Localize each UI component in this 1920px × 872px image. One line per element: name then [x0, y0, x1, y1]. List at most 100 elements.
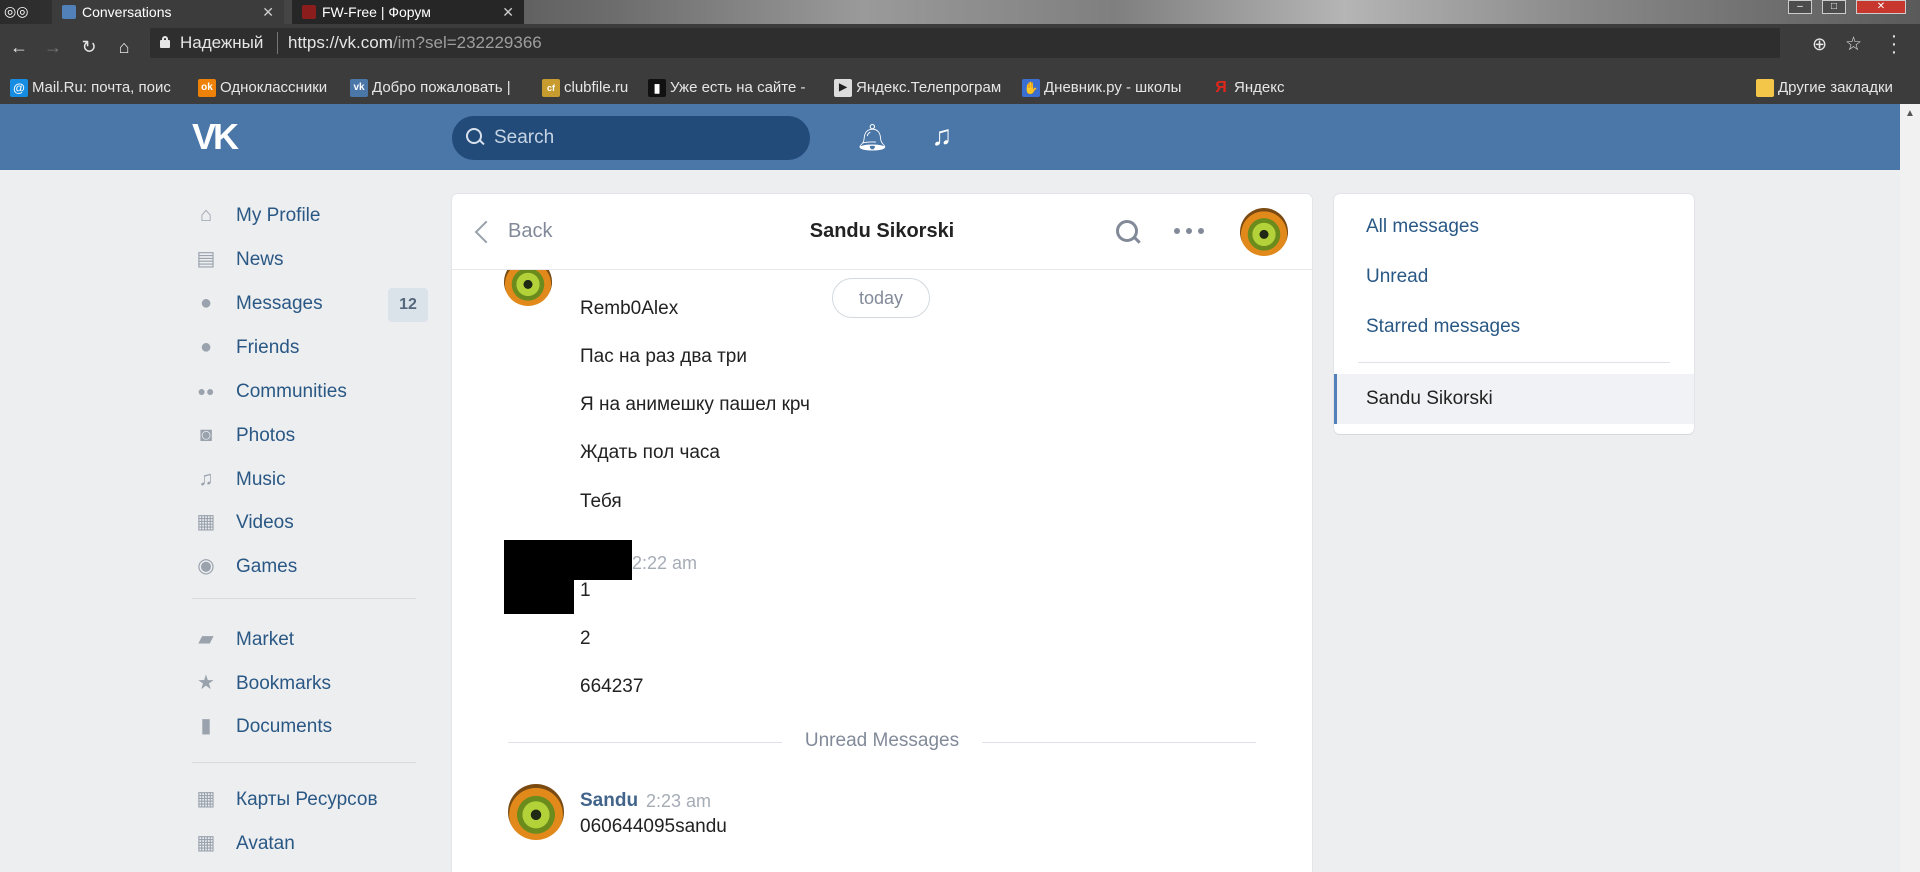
conversation-filter-panel: All messages Unread Starred messages San…	[1334, 194, 1694, 434]
sidebar-item-friends[interactable]: ● Friends	[190, 328, 430, 366]
maximize-window-icon[interactable]: □	[1822, 0, 1846, 14]
bookmark-mailru[interactable]: @ Mail.Ru: почта, поис	[10, 78, 180, 98]
date-divider-pill: today	[832, 278, 930, 318]
bookmark-dnevnik[interactable]: ✋ Дневник.ру - школы	[1022, 78, 1192, 98]
reload-icon[interactable]: ↻	[78, 36, 100, 58]
sidebar-item-messages[interactable]: ● Messages 12	[190, 284, 430, 322]
folder-icon	[1756, 79, 1774, 97]
bookmarks-bar: @ Mail.Ru: почта, поис ok Одноклассники vk…	[0, 70, 1920, 104]
sidebar-item-avatan[interactable]: ▦ Avatan	[190, 824, 430, 862]
incognito-icon: ◎◎	[4, 3, 29, 19]
bookmark-odnoklassniki[interactable]: ok Одноклассники	[198, 78, 343, 98]
vk-logo[interactable]: VK	[192, 119, 248, 155]
notifications-bell-icon[interactable]: 🔔︎	[856, 122, 889, 152]
message-text: Тебя	[580, 491, 622, 512]
mailru-icon: @	[10, 79, 28, 97]
message-text: 1	[580, 580, 591, 601]
more-options-icon[interactable]	[1174, 228, 1204, 236]
message-author[interactable]: Sandu	[580, 790, 638, 812]
sidebar-item-resource-maps[interactable]: ▦ Карты Ресурсов	[190, 780, 430, 818]
search-bar	[452, 116, 810, 160]
sidebar-item-photos[interactable]: ◙ Photos	[190, 416, 430, 454]
sidebar-item-documents[interactable]: ▮ Documents	[190, 707, 430, 745]
sidebar-item-games[interactable]: ◉ Games	[190, 547, 430, 585]
sidebar-item-music[interactable]: ♫ Music	[190, 460, 430, 498]
forum-favicon-icon	[302, 5, 316, 19]
sidebar-divider	[192, 598, 416, 599]
other-bookmarks[interactable]: Другие закладки	[1756, 78, 1916, 98]
panel-divider	[1358, 362, 1670, 363]
sidebar-item-label: Games	[236, 556, 298, 577]
search-icon[interactable]	[1116, 220, 1142, 246]
url-host: https://vk.com	[288, 33, 393, 52]
messages-icon: ●	[199, 292, 213, 314]
sidebar-item-label: Messages	[236, 293, 323, 314]
close-tab-icon[interactable]: ✕	[502, 0, 514, 24]
bookmark-label: Яндекс	[1234, 79, 1285, 96]
vk-header: VK 🔔︎ ♫	[0, 104, 1900, 170]
address-bar[interactable]: Надежный https://vk.com/im?sel=232229366	[150, 28, 1780, 58]
sidebar-item-communities[interactable]: ●● Communities	[190, 372, 430, 410]
vk-icon: vk	[350, 79, 368, 97]
message-text: 2	[580, 628, 591, 649]
page-scrollbar[interactable]: ▲	[1900, 104, 1920, 872]
url-divider	[277, 32, 278, 54]
message-text: Remb0Alex	[580, 298, 679, 319]
all-messages-link[interactable]: All messages	[1366, 216, 1479, 238]
bookmark-label: Другие закладки	[1778, 79, 1893, 96]
sidebar-item-label: Documents	[236, 716, 333, 737]
scroll-up-icon[interactable]: ▲	[1905, 108, 1915, 119]
bookmark-star-icon[interactable]: ☆	[1845, 33, 1862, 56]
sidebar-item-label: Communities	[236, 381, 347, 402]
app-grid-icon: ▦	[196, 832, 216, 854]
sidebar-item-my-profile[interactable]: ⌂ My Profile	[190, 196, 430, 234]
url-path: /im?sel=232229366	[392, 33, 542, 52]
home-icon: ⌂	[199, 204, 213, 226]
avatar[interactable]	[508, 784, 564, 840]
sidebar-item-news[interactable]: ▤ News	[190, 240, 430, 278]
url-text[interactable]: https://vk.com/im?sel=232229366	[288, 33, 542, 53]
unread-messages-divider: Unread Messages	[508, 730, 1256, 754]
sidebar-item-label: Friends	[236, 337, 300, 358]
home-icon[interactable]: ⌂	[113, 36, 135, 58]
bookmark-label: Добро пожаловать |	[372, 79, 511, 96]
message-text: Ждать пол часа	[580, 442, 720, 463]
message-text: Пас на раз два три	[580, 346, 747, 367]
bookmark-label: Яндекс.Телепрограм	[856, 79, 1002, 96]
clubfile-icon: cf	[542, 79, 560, 97]
message-text: Я на анимешку пашел крч	[580, 394, 810, 415]
yandex-icon: Я	[1215, 79, 1227, 96]
music-player-icon[interactable]: ♫	[927, 120, 957, 152]
search-input[interactable]	[494, 125, 794, 151]
hand-icon: ✋	[1022, 79, 1040, 97]
active-conversation-item[interactable]: Sandu Sikorski	[1334, 374, 1694, 424]
search-icon	[466, 128, 484, 146]
sidebar-item-videos[interactable]: ▦ Videos	[190, 503, 430, 541]
sidebar-item-label: My Profile	[236, 205, 321, 226]
tab-fw-free[interactable]: FW-Free | Форум ✕	[292, 0, 524, 24]
sidebar-item-market[interactable]: ▰ Market	[190, 620, 430, 658]
tab-title: FW-Free | Форум	[322, 4, 431, 20]
close-window-icon[interactable]: ✕	[1856, 0, 1906, 14]
close-tab-icon[interactable]: ✕	[262, 0, 274, 24]
film-icon: ▮	[648, 79, 666, 97]
bookmark-yandex[interactable]: Я Яндекс	[1212, 78, 1322, 98]
avatar[interactable]	[1240, 208, 1288, 256]
sidebar-item-label: Photos	[236, 425, 296, 446]
bag-icon: ▰	[198, 628, 214, 650]
message-timestamp: 2:22 am	[632, 553, 698, 573]
bookmark-yandex-tv[interactable]: ▶ Яндекс.Телепрограм	[834, 78, 1004, 98]
sidebar-item-bookmarks[interactable]: ★ Bookmarks	[190, 664, 430, 702]
bookmark-already-on-site[interactable]: ▮ Уже есть на сайте -	[648, 78, 818, 98]
message-text: 060644095sandu	[580, 816, 727, 837]
forward-arrow-icon[interactable]: →	[42, 36, 64, 58]
bookmark-vk[interactable]: vk Добро пожаловать |	[350, 78, 520, 98]
tab-conversations[interactable]: Conversations ✕	[52, 0, 284, 24]
starred-messages-link[interactable]: Starred messages	[1366, 316, 1520, 338]
back-arrow-icon[interactable]: ←	[8, 36, 30, 58]
zoom-icon[interactable]: ⊕	[1812, 34, 1827, 55]
unread-link[interactable]: Unread	[1366, 266, 1428, 288]
browser-menu-icon[interactable]: · · ·	[1888, 26, 1900, 62]
unread-messages-label: Unread Messages	[782, 730, 982, 752]
minimize-window-icon[interactable]: –	[1788, 0, 1812, 14]
